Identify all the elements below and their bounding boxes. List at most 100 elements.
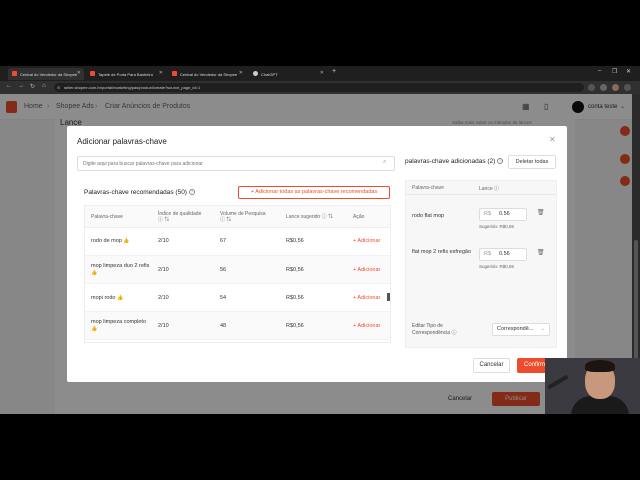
modal-cancel-button[interactable]: Cancelar xyxy=(473,358,510,373)
thumbs-up-icon: 👍 xyxy=(91,326,98,332)
add-keywords-modal: Adicionar palavras-chave ✕ ⌕ Palavras-ch… xyxy=(67,126,567,382)
match-type-value: Correspondê... xyxy=(497,326,534,332)
tab-label: Central do Vendedor da Shopee xyxy=(20,71,78,77)
keyword-cell: rodo de mop 👍 xyxy=(91,238,130,245)
browser-tab[interactable]: Central do Vendedor da Shopee ✕ xyxy=(8,68,84,80)
shopee-icon xyxy=(172,71,177,76)
selected-keyword: rodo flat mop xyxy=(412,213,445,219)
sort-icon[interactable]: ⓘ ⇅ xyxy=(322,214,333,220)
recommended-table: Palavra-chave Índice de qualidade ⓘ ⇅ Vol… xyxy=(84,205,391,343)
bid-input[interactable]: R$ 0.56 xyxy=(479,208,527,221)
info-icon[interactable]: ? xyxy=(497,158,504,165)
tab-label: Central do Vendedor da Shopee xyxy=(180,71,238,77)
browser-tab[interactable]: Tapete de Porta Para Banheiro ✕ xyxy=(86,68,166,80)
column-header-action: Ação xyxy=(353,214,365,220)
home-icon[interactable]: ⌂ xyxy=(42,83,46,89)
info-icon[interactable]: ⓘ xyxy=(451,330,456,336)
table-scrollbar[interactable] xyxy=(387,293,390,301)
profile-icon[interactable] xyxy=(612,84,619,91)
shopee-icon xyxy=(12,71,17,76)
column-header-volume[interactable]: Volume de Pesquisa ⓘ ⇅ xyxy=(220,211,266,223)
trash-icon[interactable]: 🗑 xyxy=(537,209,545,216)
bid-value: 0.56 xyxy=(499,211,510,217)
bid-cell: R$0,56 xyxy=(286,267,304,273)
currency-label: R$ xyxy=(484,251,492,257)
quality-cell: 2/10 xyxy=(158,295,169,301)
column-header-bid-label: Lance sugerido xyxy=(286,214,321,220)
browser-tab[interactable]: Central do Vendedor da Shopee ✕ xyxy=(168,68,246,80)
trash-icon[interactable]: 🗑 xyxy=(537,249,545,256)
add-keyword-button[interactable]: + Adicionar xyxy=(353,238,380,244)
forward-icon[interactable]: → xyxy=(18,83,24,89)
column-header-keyword[interactable]: Palavra-chave xyxy=(91,214,123,220)
add-all-button[interactable]: + Adicionar todas as palavras-chave reco… xyxy=(238,186,390,199)
close-icon[interactable]: ✕ xyxy=(159,70,163,76)
shopee-icon xyxy=(90,71,95,76)
search-icon[interactable]: ⌕ xyxy=(383,159,386,166)
close-icon[interactable]: ✕ xyxy=(320,70,324,76)
close-icon[interactable]: ✕ xyxy=(77,70,81,76)
keyword-cell: mopi rodo 👍 xyxy=(91,295,123,302)
table-row: rodo de mop 👍 2/10 67 R$0,56 + Adicionar xyxy=(85,228,390,256)
url-input[interactable]: ⊙ seller.shopee.com.br/portal/marketing/… xyxy=(54,83,584,92)
info-icon[interactable]: ⓘ xyxy=(494,186,499,192)
column-header-quality[interactable]: Índice de qualidade ⓘ ⇅ xyxy=(158,211,201,223)
page-scrollbar-thumb[interactable] xyxy=(634,240,638,360)
chevron-down-icon: ⌄ xyxy=(540,326,545,332)
keyword-text: mop limpeza completo xyxy=(91,319,147,325)
maximize-icon[interactable]: ❐ xyxy=(612,68,617,75)
selected-title: palavras-chave adicionadas (2)? xyxy=(405,158,504,165)
new-tab-icon[interactable]: + xyxy=(332,68,336,75)
volume-cell: 48 xyxy=(220,323,227,329)
add-keyword-button[interactable]: + Adicionar xyxy=(353,323,380,329)
close-icon[interactable]: ✕ xyxy=(549,135,556,144)
info-sort-icon[interactable]: ⓘ ⇅ xyxy=(158,217,169,223)
recommended-title: Palavras-chave recomendadas (50)? xyxy=(84,189,195,196)
menu-icon[interactable] xyxy=(624,84,631,91)
downloads-icon[interactable] xyxy=(600,84,607,91)
browser-tab[interactable]: ChatGPT ✕ xyxy=(249,68,327,80)
close-icon[interactable]: ✕ xyxy=(239,70,243,76)
bid-cell: R$0,56 xyxy=(286,323,304,329)
microphone-arm xyxy=(547,374,569,390)
thumbs-up-icon: 👍 xyxy=(91,270,98,276)
column-header-bid[interactable]: Lance sugerido ⓘ ⇅ xyxy=(286,214,333,220)
back-icon[interactable]: ← xyxy=(6,83,12,89)
lock-icon: ⊙ xyxy=(57,85,61,90)
suggested-bid: Sugerido: R$0,56 xyxy=(479,224,515,229)
selected-title-text: palavras-chave adicionadas (2) xyxy=(405,158,496,165)
table-row: mop limpeza duo 2 refis 👍 2/10 56 R$0,56 … xyxy=(85,256,390,284)
match-type-select[interactable]: Correspondê... ⌄ xyxy=(492,323,550,336)
extension-icon[interactable] xyxy=(588,84,595,91)
bid-input[interactable]: R$ 0.56 xyxy=(479,248,527,261)
bid-cell: R$0,56 xyxy=(286,295,304,301)
bid-cell: R$0,56 xyxy=(286,238,304,244)
thumbs-up-icon: 👍 xyxy=(123,238,130,244)
tab-strip: Central do Vendedor da Shopee ✕ Tapete d… xyxy=(0,66,640,81)
quality-cell: 2/10 xyxy=(158,238,169,244)
bid-value: 0.56 xyxy=(499,251,510,257)
webcam-overlay xyxy=(545,358,640,414)
add-keyword-button[interactable]: + Adicionar xyxy=(353,267,380,273)
chatgpt-icon xyxy=(253,71,258,76)
keyword-text: rodo de mop xyxy=(91,238,122,244)
quality-cell: 2/10 xyxy=(158,267,169,273)
selected-keyword: flat mop 2 refis esfregão xyxy=(412,249,472,255)
add-keyword-button[interactable]: + Adicionar xyxy=(353,295,380,301)
column-header-bid: Lance ⓘ xyxy=(479,185,499,192)
close-window-icon[interactable]: ✕ xyxy=(626,68,631,75)
info-sort-icon[interactable]: ⓘ ⇅ xyxy=(220,217,231,223)
delete-all-button[interactable]: Deletar todas xyxy=(508,155,556,169)
keyword-text: mop limpeza duo 2 refis xyxy=(91,263,150,269)
minimize-icon[interactable]: – xyxy=(598,68,601,74)
keyword-search-input[interactable] xyxy=(77,156,395,171)
keyword-cell: mop limpeza completo 👍 xyxy=(91,319,155,333)
reload-icon[interactable]: ↻ xyxy=(30,83,35,90)
info-icon[interactable]: ? xyxy=(188,189,195,196)
table-row: mopi rodo 👍 2/10 54 R$0,56 + Adicionar xyxy=(85,284,390,312)
column-header-bid-label: Lance xyxy=(479,186,493,192)
recommended-title-text: Palavras-chave recomendadas (50) xyxy=(84,189,187,196)
column-header-keyword: Palavra-chave xyxy=(412,185,444,191)
match-type-label: Editar Tipo de Correspondência ⓘ xyxy=(412,323,482,337)
thumbs-up-icon: 👍 xyxy=(117,295,124,301)
